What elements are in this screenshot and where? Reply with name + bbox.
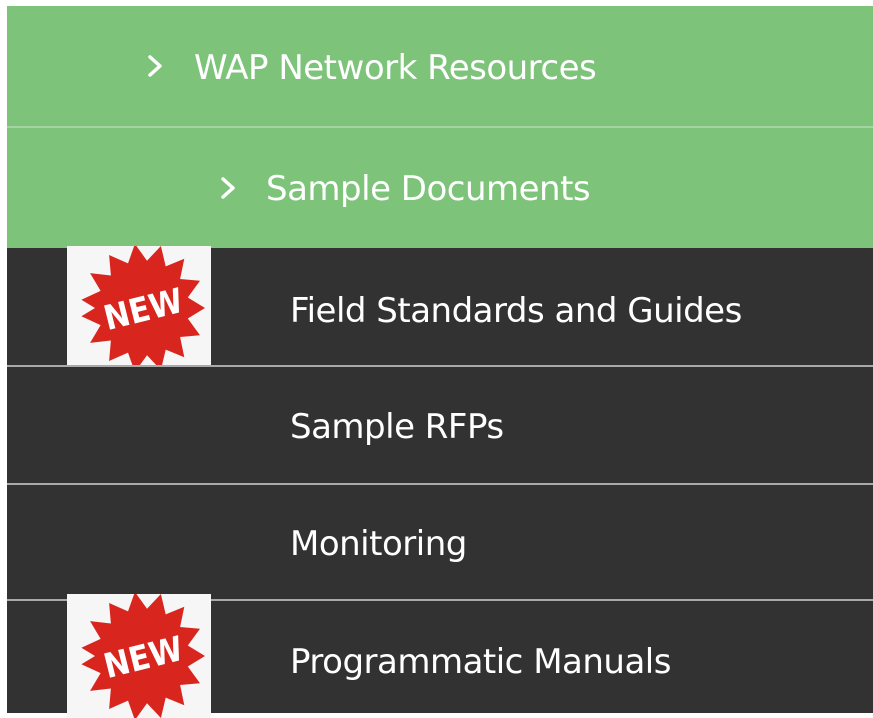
menu-item-label: WAP Network Resources	[194, 48, 597, 88]
chevron-right-icon	[221, 177, 235, 199]
menu-item-sample-rfps[interactable]: Sample RFPs	[7, 367, 873, 483]
menu-item-wap-network-resources[interactable]: WAP Network Resources	[7, 6, 873, 126]
menu-item-label: Sample Documents	[266, 169, 591, 209]
menu-item-monitoring[interactable]: Monitoring	[7, 485, 873, 599]
menu-item-label: Field Standards and Guides	[290, 291, 742, 331]
new-starburst-icon: NEW	[81, 594, 205, 718]
new-badge: NEW	[67, 594, 211, 718]
new-starburst-icon: NEW	[81, 246, 205, 370]
menu-item-label: Programmatic Manuals	[290, 642, 671, 682]
submenu-navigation: WAP Network Resources Sample Documents N…	[7, 6, 873, 718]
chevron-right-icon	[148, 55, 162, 77]
menu-item-sample-documents[interactable]: Sample Documents	[7, 128, 873, 248]
menu-item-field-standards-and-guides[interactable]: NEW Field Standards and Guides	[7, 246, 873, 370]
menu-item-label: Monitoring	[290, 524, 467, 564]
menu-item-programmatic-manuals[interactable]: NEW Programmatic Manuals	[7, 594, 873, 718]
new-badge: NEW	[67, 246, 211, 370]
menu-item-label: Sample RFPs	[290, 407, 504, 447]
